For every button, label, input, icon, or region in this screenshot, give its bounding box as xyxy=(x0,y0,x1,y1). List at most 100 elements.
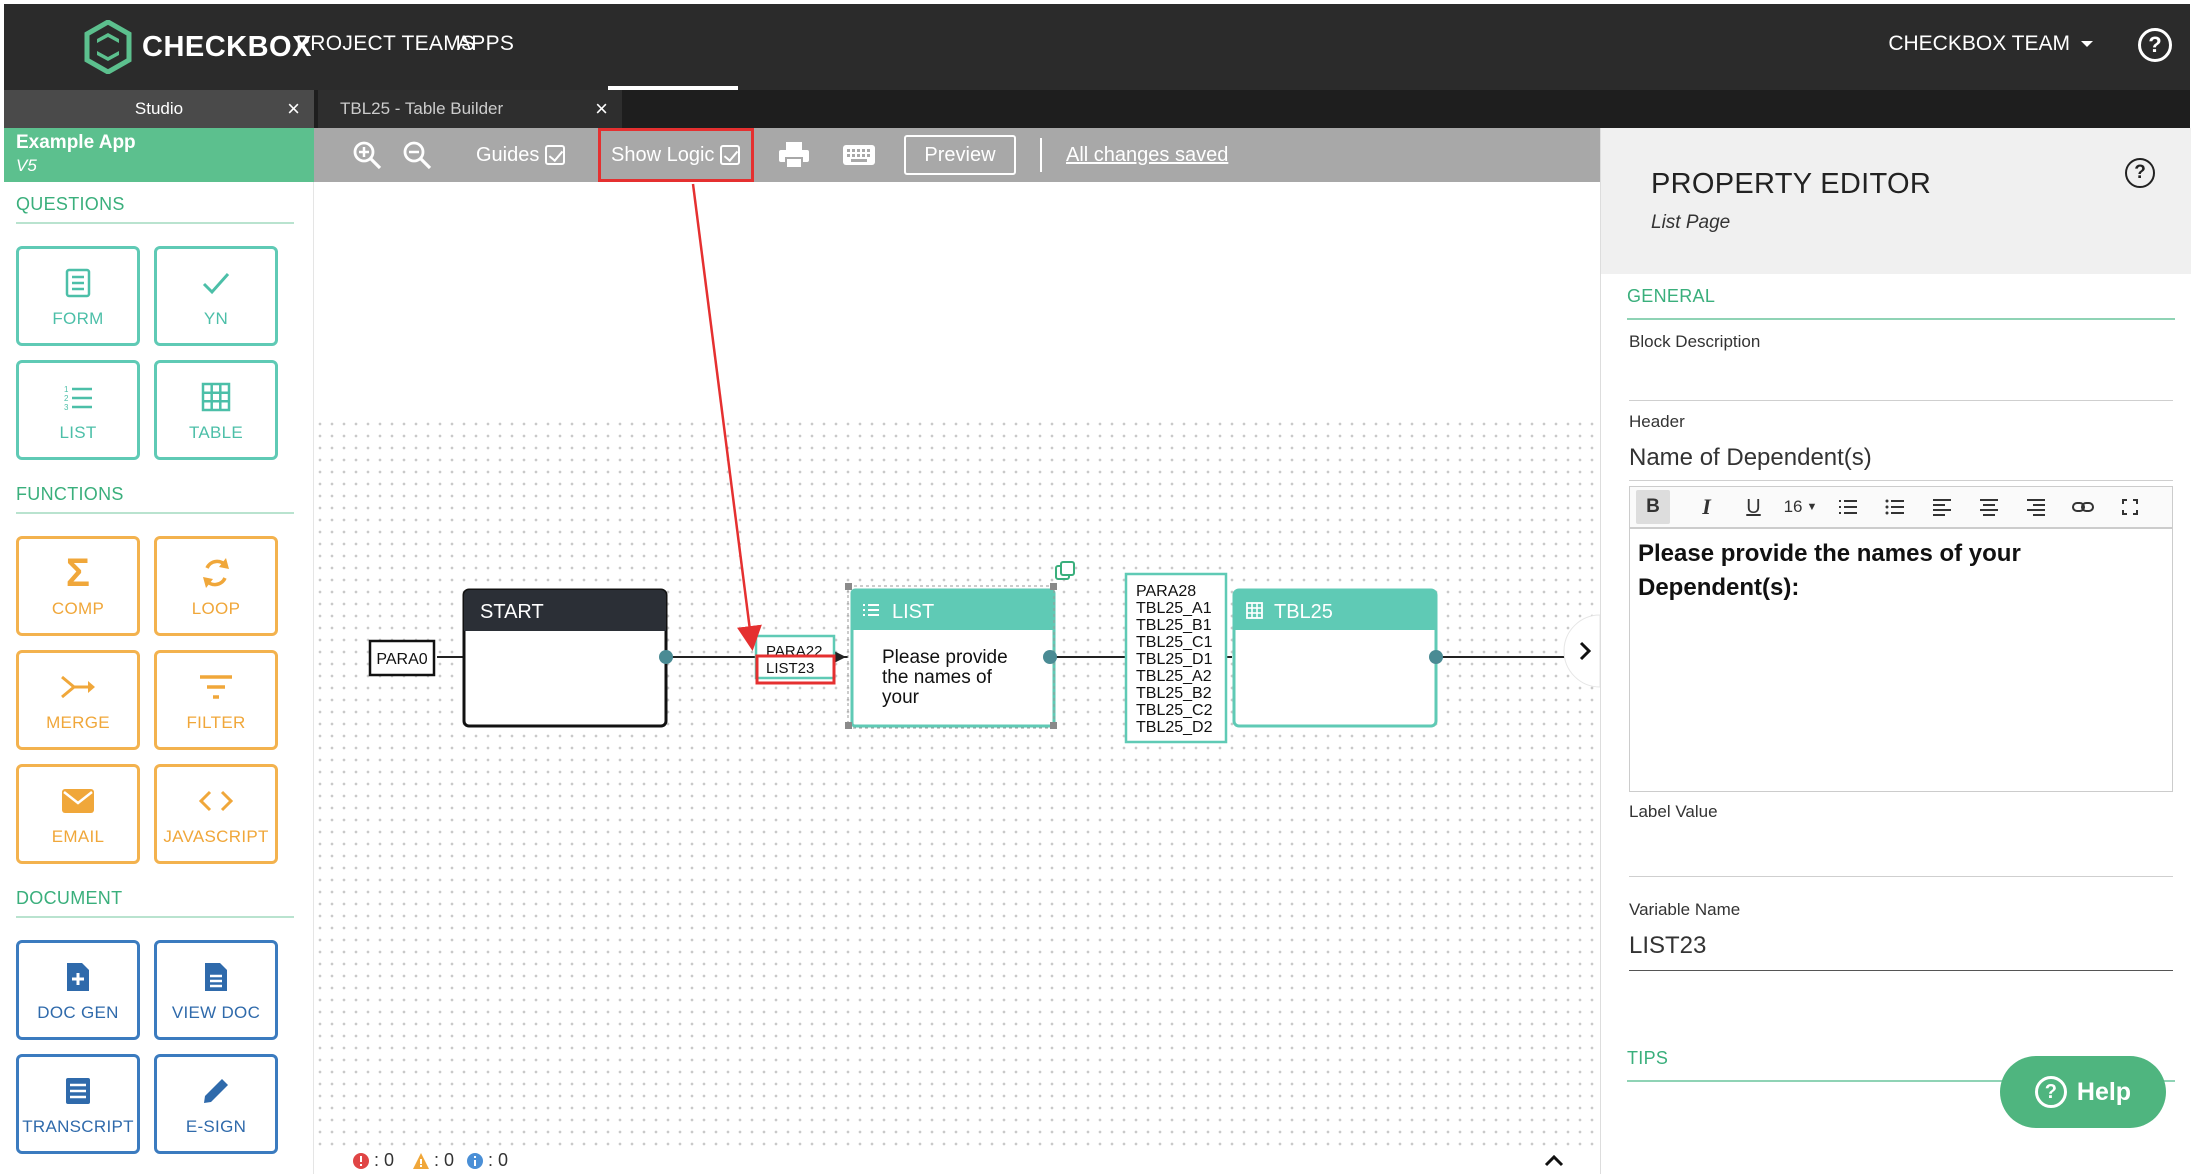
logic-var-label: TBL25_B2 xyxy=(1136,685,1212,702)
guides-toggle[interactable]: Guides xyxy=(476,128,566,182)
logic-var-label: PARA28 xyxy=(1136,583,1196,600)
logic-var-label: TBL25_D1 xyxy=(1136,651,1213,668)
port-dot[interactable] xyxy=(1043,650,1057,664)
rich-text-editor[interactable]: Please provide the names of your Depende… xyxy=(1629,528,2173,792)
list-node-line: the names of xyxy=(882,667,993,688)
align-center-icon xyxy=(1979,499,1998,516)
italic-icon: I xyxy=(1702,494,1711,519)
logic-var-label: TBL25_B1 xyxy=(1136,617,1212,634)
keyboard-button[interactable] xyxy=(842,128,876,182)
link-icon xyxy=(2071,502,2094,512)
logic-var-label: TBL25_C2 xyxy=(1136,702,1213,719)
error-count-value: : 0 xyxy=(374,1150,395,1170)
logic-var-label: TBL25_D2 xyxy=(1136,719,1213,736)
font-size-value: 16 xyxy=(1783,497,1803,516)
help-circle-icon[interactable]: ? xyxy=(2125,158,2155,188)
print-button[interactable] xyxy=(778,128,810,182)
error-count[interactable]: : 0 xyxy=(352,1150,394,1171)
align-left-icon xyxy=(1932,499,1951,516)
help-circle-icon[interactable]: ? xyxy=(2138,28,2172,62)
caret-down-icon xyxy=(2081,41,2093,47)
font-size-select[interactable]: 16 ▼ xyxy=(1777,490,1824,524)
port-dot[interactable] xyxy=(659,650,673,664)
align-right-button[interactable] xyxy=(2012,490,2059,524)
team-menu[interactable]: CHECKBOX TEAM xyxy=(1888,32,2094,56)
field-underline xyxy=(1629,970,2173,971)
highlight-box xyxy=(598,128,754,182)
team-menu-label: CHECKBOX TEAM xyxy=(1888,32,2070,55)
italic-button[interactable]: I xyxy=(1683,490,1730,524)
block-description-field[interactable] xyxy=(1629,400,2173,401)
warning-icon xyxy=(413,1152,429,1169)
underline-button[interactable]: U xyxy=(1730,490,1777,524)
caret-down-icon: ▼ xyxy=(1806,501,1818,513)
panel-toggle-tab[interactable] xyxy=(1563,614,1600,688)
duplicate-icon[interactable] xyxy=(1055,561,1075,580)
variable-name-label: Variable Name xyxy=(1629,900,1741,919)
bold-button[interactable]: B xyxy=(1636,490,1670,524)
checkbox-checked-icon[interactable] xyxy=(545,145,566,165)
header-label: Header xyxy=(1629,412,1685,431)
printer-icon xyxy=(779,142,809,169)
keyboard-icon xyxy=(843,145,875,165)
chevron-up-icon[interactable] xyxy=(1544,1154,1564,1168)
variable-name-field[interactable]: LIST23 xyxy=(1629,932,1706,960)
logic-var-label: TBL25_A1 xyxy=(1136,600,1212,617)
save-status-link[interactable]: All changes saved xyxy=(1066,128,1228,182)
para0-label: PARA0 xyxy=(376,651,427,668)
help-button-label: Help xyxy=(2076,1077,2132,1106)
fullscreen-icon xyxy=(2121,499,2138,515)
table-node[interactable]: TBL25 xyxy=(1232,588,1438,728)
logic-var-label: LIST23 xyxy=(766,660,814,677)
zoom-in-button[interactable] xyxy=(352,128,382,182)
section-tips: TIPS xyxy=(1627,1048,1669,1068)
start-node[interactable]: START xyxy=(462,588,668,728)
table-node-title: TBL25 xyxy=(1274,601,1333,623)
logic-var-label: TBL25_C1 xyxy=(1136,634,1213,651)
rich-text-toolbar: B I U 16 ▼ xyxy=(1629,486,2173,528)
link-button[interactable] xyxy=(2059,490,2106,524)
start-node-title: START xyxy=(480,601,544,623)
property-editor-panel: PROPERTY EDITOR List Page ? GENERAL Bloc… xyxy=(1600,128,2191,1174)
zoom-out-icon xyxy=(403,141,432,170)
preview-button[interactable]: Preview xyxy=(904,135,1016,175)
guides-label: Guides xyxy=(476,143,540,166)
fullscreen-button[interactable] xyxy=(2106,490,2153,524)
list-node-line: your xyxy=(882,687,920,708)
field-underline xyxy=(1629,480,2173,481)
selection-handle[interactable] xyxy=(845,722,852,729)
port-dot[interactable] xyxy=(1429,650,1443,664)
zoom-in-icon xyxy=(353,141,382,170)
label-value-field[interactable] xyxy=(1629,876,2173,877)
property-editor-subtitle: List Page xyxy=(1651,212,1731,233)
warning-count-value: : 0 xyxy=(434,1150,455,1170)
section-divider xyxy=(1627,318,2175,320)
zoom-out-button[interactable] xyxy=(402,128,432,182)
selection-handle[interactable] xyxy=(1050,583,1057,590)
list-node-title: LIST xyxy=(892,601,934,623)
ordered-list-button[interactable] xyxy=(1824,490,1871,524)
warning-count[interactable]: : 0 xyxy=(412,1150,454,1171)
align-right-icon xyxy=(2026,499,2045,516)
selection-handle[interactable] xyxy=(845,583,852,590)
help-button[interactable]: ? Help xyxy=(2000,1056,2166,1128)
header-field[interactable]: Name of Dependent(s) xyxy=(1629,444,1872,472)
property-editor-header: PROPERTY EDITOR List Page ? xyxy=(1601,128,2191,274)
block-description-label: Block Description xyxy=(1629,332,1761,351)
logic-var-label: TBL25_A2 xyxy=(1136,668,1212,685)
list-node-line: Please provide xyxy=(882,647,1008,668)
list-node[interactable]: LIST Please provide the names of your xyxy=(850,588,1056,728)
info-icon xyxy=(467,1152,483,1169)
bullet-list-icon xyxy=(1885,499,1904,515)
selection-handle[interactable] xyxy=(1050,722,1057,729)
align-center-button[interactable] xyxy=(1965,490,2012,524)
label-value-label: Label Value xyxy=(1629,802,1718,821)
validation-status-bar: : 0 : 0 : 0 xyxy=(314,1146,1600,1174)
info-count[interactable]: : 0 xyxy=(466,1150,508,1171)
align-left-button[interactable] xyxy=(1918,490,1965,524)
annotation-arrow xyxy=(691,183,762,651)
bullet-list-button[interactable] xyxy=(1871,490,1918,524)
property-editor-title: PROPERTY EDITOR xyxy=(1651,168,1932,200)
underline-icon: U xyxy=(1746,495,1761,518)
ordered-list-icon xyxy=(1838,500,1857,514)
